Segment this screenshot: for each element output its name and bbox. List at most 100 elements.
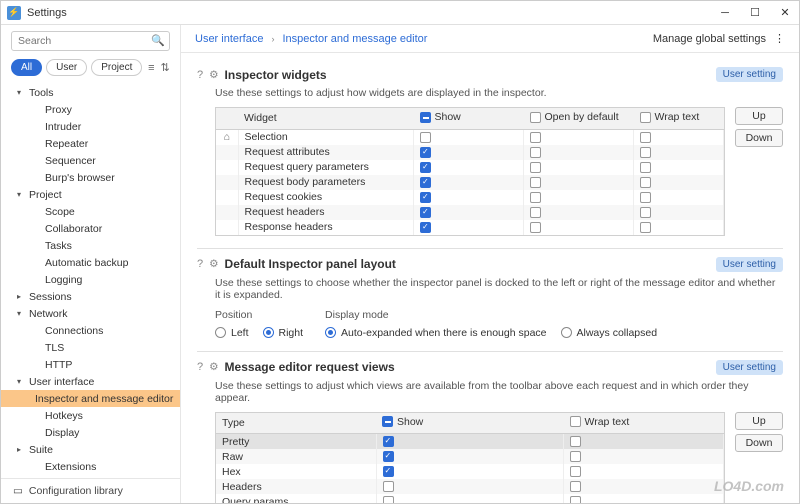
- checkbox-icon[interactable]: [530, 177, 541, 188]
- down-button[interactable]: Down: [735, 434, 783, 452]
- tree-item[interactable]: Extensions: [1, 458, 180, 475]
- checkbox-icon[interactable]: [420, 147, 431, 158]
- cell-open[interactable]: [524, 145, 634, 160]
- tree-item[interactable]: ▸Sessions: [1, 288, 180, 305]
- cell-wrap[interactable]: [634, 145, 724, 160]
- cell-wrap[interactable]: [564, 449, 724, 464]
- cell-wrap[interactable]: [564, 479, 724, 494]
- table-row[interactable]: Pretty: [216, 434, 724, 450]
- table-row[interactable]: Request query parameters: [216, 160, 724, 175]
- col-wrap[interactable]: Wrap text: [634, 108, 724, 129]
- tree-item[interactable]: TLS: [1, 339, 180, 356]
- close-button[interactable]: ✕: [777, 5, 793, 21]
- checkbox-icon[interactable]: [640, 112, 651, 123]
- radio-always-collapsed[interactable]: Always collapsed: [561, 327, 658, 339]
- table-row[interactable]: Request cookies: [216, 190, 724, 205]
- cell-wrap[interactable]: [564, 494, 724, 503]
- cell-open[interactable]: [524, 160, 634, 175]
- checkbox-icon[interactable]: [530, 147, 541, 158]
- checkbox-icon[interactable]: [383, 466, 394, 477]
- cell-open[interactable]: [524, 205, 634, 220]
- pill-user[interactable]: User: [46, 59, 87, 76]
- crumb-2[interactable]: Inspector and message editor: [282, 33, 427, 45]
- help-icon[interactable]: ?: [197, 69, 203, 81]
- checkbox-icon[interactable]: [530, 192, 541, 203]
- kebab-icon[interactable]: ⋮: [774, 32, 785, 45]
- search-icon[interactable]: 🔍: [151, 34, 165, 47]
- checkbox-icon[interactable]: [640, 132, 651, 143]
- cell-wrap[interactable]: [634, 175, 724, 190]
- tree-item[interactable]: ▸Suite: [1, 441, 180, 458]
- checkbox-icon[interactable]: [570, 451, 581, 462]
- checkbox-icon[interactable]: [530, 222, 541, 233]
- cell-open[interactable]: [524, 190, 634, 205]
- tree-item[interactable]: Inspector and message editor: [1, 390, 180, 407]
- checkbox-icon[interactable]: [530, 162, 541, 173]
- tree-item[interactable]: ▾Network: [1, 305, 180, 322]
- tree-item[interactable]: Repeater: [1, 135, 180, 152]
- checkbox-icon[interactable]: [383, 496, 394, 503]
- tree-item[interactable]: Tasks: [1, 237, 180, 254]
- col-widget[interactable]: Widget: [238, 108, 414, 129]
- filter-icon[interactable]: ≡: [146, 61, 156, 75]
- cell-show[interactable]: [414, 220, 524, 235]
- cell-wrap[interactable]: [564, 464, 724, 479]
- radio-left[interactable]: Left: [215, 327, 249, 339]
- cell-wrap[interactable]: [634, 205, 724, 220]
- cell-show[interactable]: [414, 190, 524, 205]
- checkbox-icon[interactable]: [530, 207, 541, 218]
- checkbox-icon[interactable]: [383, 451, 394, 462]
- checkbox-icon[interactable]: [640, 177, 651, 188]
- checkbox-icon[interactable]: [530, 132, 541, 143]
- tree-item[interactable]: Hotkeys: [1, 407, 180, 424]
- help-icon[interactable]: ?: [197, 258, 203, 270]
- checkbox-icon[interactable]: [420, 222, 431, 233]
- checkbox-icon[interactable]: [570, 496, 581, 503]
- checkbox-icon[interactable]: [640, 207, 651, 218]
- col-show[interactable]: Show: [376, 413, 564, 434]
- sort-icon[interactable]: ⇅: [160, 61, 170, 75]
- crumb-1[interactable]: User interface: [195, 33, 263, 45]
- tree-item[interactable]: ▾Tools: [1, 84, 180, 101]
- checkbox-icon[interactable]: [570, 436, 581, 447]
- checkbox-icon[interactable]: [570, 466, 581, 477]
- tree-item[interactable]: HTTP: [1, 356, 180, 373]
- minimize-button[interactable]: ─: [717, 5, 733, 21]
- table-row[interactable]: Hex: [216, 464, 724, 479]
- checkbox-icon[interactable]: [420, 112, 431, 123]
- checkbox-icon[interactable]: [382, 416, 393, 427]
- cell-wrap[interactable]: [564, 434, 724, 450]
- up-button[interactable]: Up: [735, 412, 783, 430]
- cell-open[interactable]: [524, 220, 634, 235]
- cell-show[interactable]: [414, 160, 524, 175]
- maximize-button[interactable]: ☐: [747, 5, 763, 21]
- tree-item[interactable]: Logging: [1, 271, 180, 288]
- tree-item[interactable]: Proxy: [1, 101, 180, 118]
- col-open[interactable]: Open by default: [524, 108, 634, 129]
- checkbox-icon[interactable]: [570, 416, 581, 427]
- checkbox-icon[interactable]: [640, 147, 651, 158]
- up-button[interactable]: Up: [735, 107, 783, 125]
- tree-item[interactable]: Connections: [1, 322, 180, 339]
- pill-project[interactable]: Project: [91, 59, 142, 76]
- search-input[interactable]: [11, 31, 170, 51]
- pill-all[interactable]: All: [11, 59, 42, 76]
- cell-wrap[interactable]: [634, 190, 724, 205]
- cell-show[interactable]: [376, 479, 564, 494]
- col-type[interactable]: Type: [216, 413, 376, 434]
- table-row[interactable]: Raw: [216, 449, 724, 464]
- checkbox-icon[interactable]: [420, 162, 431, 173]
- checkbox-icon[interactable]: [530, 112, 541, 123]
- cell-show[interactable]: [376, 494, 564, 503]
- cell-show[interactable]: [376, 449, 564, 464]
- checkbox-icon[interactable]: [383, 436, 394, 447]
- checkbox-icon[interactable]: [570, 481, 581, 492]
- radio-auto-expanded[interactable]: Auto-expanded when there is enough space: [325, 327, 546, 339]
- tree-item[interactable]: ▾Project: [1, 186, 180, 203]
- cell-show[interactable]: [376, 434, 564, 450]
- checkbox-icon[interactable]: [420, 192, 431, 203]
- cell-show[interactable]: [376, 464, 564, 479]
- tree-item[interactable]: Sequencer: [1, 152, 180, 169]
- checkbox-icon[interactable]: [420, 177, 431, 188]
- help-icon[interactable]: ?: [197, 361, 203, 373]
